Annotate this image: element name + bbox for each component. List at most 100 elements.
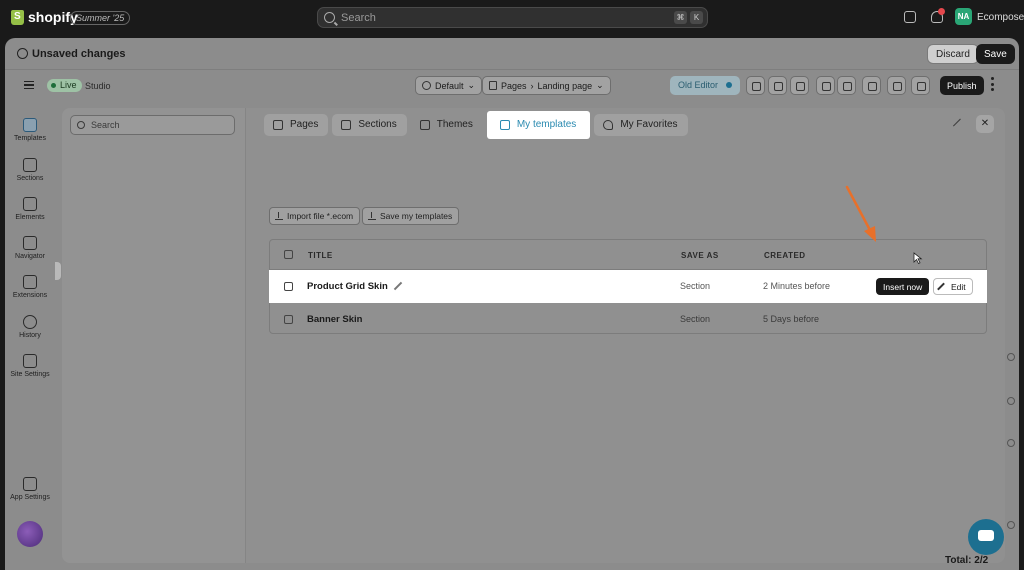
left-rail: Templates Sections Elements Navigator Ex… <box>5 101 55 570</box>
table-row[interactable]: Banner Skin Section 5 Days before <box>269 303 987 336</box>
rail-item-templates[interactable]: Templates <box>5 118 55 142</box>
rename-pencil-icon[interactable] <box>394 282 402 290</box>
rail-item-sections[interactable]: Sections <box>5 158 55 182</box>
tab-my-templates[interactable]: My templates <box>486 111 591 139</box>
rail-item-label: Navigator <box>15 253 45 260</box>
tab-themes[interactable]: Themes <box>411 114 483 136</box>
table-row[interactable]: Product Grid Skin Section 2 Minutes befo… <box>269 270 987 303</box>
rail-item-extensions[interactable]: Extensions <box>5 275 55 299</box>
inspect-icon[interactable] <box>887 76 906 95</box>
elements-icon <box>23 197 37 211</box>
template-title: Banner Skin <box>307 314 363 325</box>
template-save-as: Section <box>680 314 711 324</box>
template-created: 5 Days before <box>763 314 820 324</box>
column-created: CREATED <box>764 251 806 260</box>
page-icon <box>489 81 497 90</box>
desktop-view-icon[interactable] <box>746 76 765 95</box>
theme-select[interactable]: Default ⌄ <box>415 76 483 95</box>
page-icon <box>273 120 283 130</box>
rail-item-label: Sections <box>16 175 44 182</box>
shopify-topbar: shopify Summer '25 Search ⌘ K NA Ecompos… <box>0 0 1024 34</box>
admin-search-input[interactable]: Search ⌘ K <box>317 7 708 28</box>
toggle-dot-icon <box>726 82 733 88</box>
alert-icon <box>17 48 28 59</box>
redo-icon[interactable] <box>837 76 856 95</box>
studio-label[interactable]: Studio <box>85 81 111 91</box>
canvas-control-icon <box>1007 521 1015 529</box>
heart-icon <box>603 120 614 130</box>
admin-search-placeholder: Search <box>341 11 376 24</box>
old-editor-label: Old Editor <box>678 80 719 90</box>
templates-icon <box>23 118 37 132</box>
download-icon <box>275 212 283 220</box>
store-name[interactable]: Ecomposer <box>977 12 1024 23</box>
import-file-label: Import file *.ecom <box>287 211 354 221</box>
sections-icon <box>341 120 352 130</box>
old-editor-toggle[interactable]: Old Editor <box>670 76 741 95</box>
save-bar: Unsaved changes Discard Save <box>5 38 1019 69</box>
sections-icon <box>23 158 37 172</box>
editor-app: Unsaved changes Discard Save Live Studio… <box>5 38 1019 570</box>
page-select[interactable]: Pages › Landing page ⌄ <box>482 76 611 95</box>
rail-item-site-settings[interactable]: Site Settings <box>5 354 55 378</box>
template-title: Product Grid Skin <box>307 281 388 292</box>
tab-label: Pages <box>290 119 319 130</box>
close-icon[interactable]: ✕ <box>976 115 994 133</box>
user-avatar[interactable] <box>17 521 43 547</box>
rail-item-history[interactable]: History <box>5 315 55 339</box>
canvas-control-icon <box>1007 439 1015 447</box>
canvas-behind-modal <box>1005 101 1019 570</box>
collapse-panel-handle[interactable] <box>55 262 61 280</box>
rail-item-label: Templates <box>14 135 46 142</box>
store-avatar[interactable]: NA <box>955 8 972 25</box>
mobile-view-icon[interactable] <box>790 76 809 95</box>
app-settings-icon <box>23 477 37 491</box>
modal-search-input[interactable]: Search <box>70 115 235 135</box>
rail-item-label: Extensions <box>12 292 48 299</box>
templates-table: TITLE SAVE AS CREATED Product Grid Skin … <box>269 239 987 334</box>
more-options-icon[interactable] <box>991 77 995 91</box>
chevron-right-icon: › <box>530 80 534 91</box>
chevron-down-icon: ⌄ <box>596 80 604 90</box>
preview-eye-icon[interactable] <box>911 76 930 95</box>
folder-icon <box>499 120 510 130</box>
row-checkbox[interactable] <box>284 282 293 291</box>
pencil-icon <box>937 282 945 291</box>
table-header: TITLE SAVE AS CREATED <box>270 240 986 270</box>
rail-item-app-settings[interactable]: App Settings <box>5 477 55 501</box>
rail-item-elements[interactable]: Elements <box>5 197 55 221</box>
shopify-logo[interactable]: shopify <box>11 9 78 25</box>
canvas-control-icon <box>1007 353 1015 361</box>
insert-now-button[interactable]: Insert now <box>876 278 930 295</box>
publish-button[interactable]: Publish <box>940 76 984 95</box>
search-icon <box>324 12 335 23</box>
select-all-checkbox[interactable] <box>284 250 293 259</box>
shopify-bag-icon <box>11 9 24 25</box>
rail-item-navigator[interactable]: Navigator <box>5 236 55 260</box>
save-button[interactable]: Save <box>976 44 1015 64</box>
tab-pages[interactable]: Pages <box>264 114 329 136</box>
notification-badge <box>938 8 945 15</box>
tab-sections[interactable]: Sections <box>332 114 407 136</box>
menu-icon[interactable] <box>24 81 34 89</box>
rail-item-label: Elements <box>15 214 45 221</box>
minimize-icon[interactable] <box>952 118 962 128</box>
row-checkbox[interactable] <box>284 315 293 324</box>
tab-my-favorites[interactable]: My Favorites <box>594 114 688 136</box>
tablet-view-icon[interactable] <box>768 76 787 95</box>
chevron-down-icon: ⌄ <box>467 80 476 90</box>
edit-button[interactable]: Edit <box>933 278 973 295</box>
undo-icon[interactable] <box>816 76 835 95</box>
discard-button[interactable]: Discard <box>927 44 979 64</box>
import-file-button[interactable]: Import file *.ecom <box>269 207 361 225</box>
save-my-templates-button[interactable]: Save my templates <box>362 207 460 225</box>
globe-icon <box>422 81 431 90</box>
tab-label: My Favorites <box>620 119 678 130</box>
k-key: K <box>690 11 703 24</box>
live-badge: Live <box>47 79 82 92</box>
settings-sliders-icon[interactable] <box>862 76 881 95</box>
total-count: Total: 2/2 <box>945 555 989 563</box>
inbox-icon[interactable] <box>904 11 916 23</box>
modal-sidebar: Search <box>62 108 246 563</box>
chat-support-icon[interactable] <box>968 519 1004 555</box>
